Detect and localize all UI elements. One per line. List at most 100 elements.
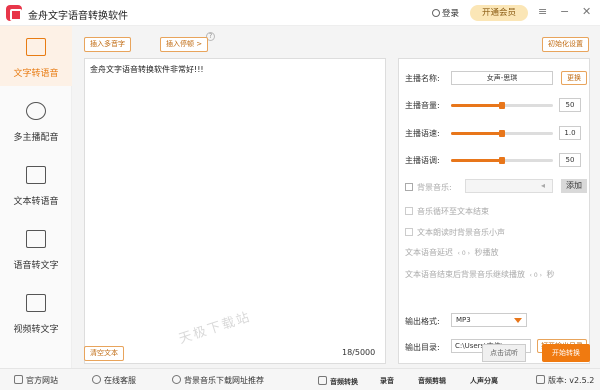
volume-slider[interactable]	[451, 102, 553, 109]
online-service-link[interactable]: 在线客服	[92, 375, 136, 386]
chevron-down-icon	[514, 318, 522, 323]
pitch-label: 主播语调:	[405, 156, 440, 165]
sidebar-item-document-speech[interactable]: 文本转语音	[0, 154, 72, 214]
sidebar: 文字转语音 多主播配音 文本转语音 语音转文字 视频转文字	[0, 26, 72, 368]
speed-slider-fill	[451, 132, 502, 135]
format-label: 输出格式:	[405, 317, 440, 326]
audio-convert-label: 音频转换	[330, 378, 358, 386]
delay-value: 0	[461, 250, 466, 257]
sidebar-item-multi-speaker[interactable]: 多主播配音	[0, 90, 72, 150]
continue-value: 0	[533, 272, 538, 279]
pitch-slider[interactable]	[451, 157, 553, 164]
vip-button[interactable]: 开通会员	[470, 5, 528, 21]
online-service-label: 在线客服	[104, 376, 136, 385]
bgm-sites-label: 背景音乐下载网址推荐	[184, 376, 264, 385]
official-website-label: 官方网站	[26, 376, 58, 385]
pitch-slider-fill	[451, 159, 502, 162]
format-select[interactable]: MP3	[451, 313, 527, 327]
speech-to-text-icon	[26, 230, 46, 248]
footer: 官方网站 在线客服 背景音乐下载网址推荐 音频转换 录音 音频剪辑 人声分离 版…	[0, 368, 600, 390]
multi-speaker-icon	[26, 102, 46, 120]
add-bgm-button[interactable]: 添加	[561, 179, 587, 193]
char-counter: 18/5000	[342, 348, 376, 357]
record-link[interactable]: 录音	[380, 376, 394, 386]
continue-setting: 文本语音结束后背景音乐继续播放 ‹ 0 › 秒	[405, 269, 555, 280]
delay-suffix: 秒播放	[474, 248, 499, 257]
audio-convert-link[interactable]: 音频转换	[318, 376, 358, 387]
sidebar-item-label: 文字转语音	[13, 69, 59, 79]
speaker-icon: ◂	[541, 181, 546, 190]
bgm-label: 背景音乐:	[417, 183, 452, 192]
volume-label: 主播音量:	[405, 101, 440, 110]
delay-prefix: 文本语音延迟	[405, 248, 453, 257]
main-area: 插入多音字 ? 插入停顿 > 初始化设置 金舟文字语音转换软件非常好!!! 天极…	[72, 26, 600, 368]
version-info: 版本: v2.5.2	[536, 375, 594, 386]
sidebar-item-text-to-speech[interactable]: 文字转语音	[0, 26, 72, 86]
headset-icon	[92, 375, 101, 384]
volume-slider-fill	[451, 104, 502, 107]
app-title: 金舟文字语音转换软件	[28, 11, 128, 22]
text-editor[interactable]: 金舟文字语音转换软件非常好!!! 天极下载站	[84, 58, 386, 364]
loop-checkbox[interactable]	[405, 207, 413, 215]
sidebar-item-label: 视频转文字	[13, 325, 59, 335]
login-link[interactable]: 登录	[432, 7, 459, 19]
audio-cut-link[interactable]: 音频剪辑	[418, 376, 446, 386]
insert-pause-button[interactable]: 插入停顿 >	[160, 37, 209, 52]
change-anchor-button[interactable]: 更换	[561, 71, 587, 85]
delay-stepper[interactable]: ‹ 0 ›	[456, 250, 472, 257]
pitch-slider-knob[interactable]	[499, 157, 505, 164]
speed-slider[interactable]	[451, 130, 553, 137]
editor-content: 金舟文字语音转换软件非常好!!!	[90, 65, 204, 74]
delay-setting: 文本语音延迟 ‹ 0 › 秒播放	[405, 247, 499, 258]
output-dir-label: 输出目录:	[405, 343, 440, 352]
volume-slider-knob[interactable]	[499, 102, 505, 109]
bgm-checkbox[interactable]	[405, 183, 413, 191]
audio-convert-icon	[318, 376, 327, 385]
clear-text-button[interactable]: 清空文本	[84, 346, 124, 361]
settings-panel: 主播名称: 女声-思琪 更换 主播音量: 50 主播语速: 1.0 主播语调: …	[398, 58, 590, 364]
info-icon	[536, 375, 545, 384]
preview-button[interactable]: 点击试听	[482, 344, 526, 362]
continue-stepper[interactable]: ‹ 0 ›	[528, 272, 544, 279]
home-icon	[14, 375, 23, 384]
watermark: 天极下载站	[177, 309, 254, 348]
record-label: 录音	[380, 377, 394, 385]
document-speech-icon	[26, 166, 46, 184]
version-label: 版本: v2.5.2	[548, 376, 595, 385]
music-icon	[172, 375, 181, 384]
close-button[interactable]: ✕	[582, 6, 591, 18]
official-website-link[interactable]: 官方网站	[14, 375, 58, 386]
lower-bgm-label: 文本朗读时背景音乐小声	[417, 228, 505, 237]
login-label: 登录	[442, 9, 460, 19]
sidebar-item-label: 多主播配音	[13, 133, 59, 143]
menu-icon[interactable]: ≡	[538, 6, 547, 18]
sidebar-item-video-to-text[interactable]: 视频转文字	[0, 282, 72, 342]
user-icon	[432, 9, 440, 17]
lower-bgm-checkbox[interactable]	[405, 228, 413, 236]
anchor-name-field[interactable]: 女声-思琪	[451, 71, 553, 85]
vocal-split-label: 人声分离	[470, 377, 498, 385]
text-to-speech-icon	[26, 38, 46, 56]
continue-prefix: 文本语音结束后背景音乐继续播放	[405, 270, 525, 279]
continue-suffix: 秒	[546, 270, 555, 279]
speed-input[interactable]: 1.0	[559, 126, 581, 140]
speed-label: 主播语速:	[405, 129, 440, 138]
anchor-name-label: 主播名称:	[405, 74, 440, 83]
sidebar-item-speech-to-text[interactable]: 语音转文字	[0, 218, 72, 278]
loop-label: 音乐循环至文本结束	[417, 207, 489, 216]
sidebar-item-label: 文本转语音	[13, 197, 59, 207]
minimize-button[interactable]: −	[560, 6, 569, 18]
bgm-file-field[interactable]	[465, 179, 553, 193]
speed-slider-knob[interactable]	[499, 130, 505, 137]
vocal-split-link[interactable]: 人声分离	[470, 376, 498, 386]
insert-polyphone-button[interactable]: 插入多音字	[84, 37, 131, 52]
app-logo-icon	[6, 5, 22, 21]
init-settings-button[interactable]: 初始化设置	[542, 37, 589, 52]
bgm-sites-link[interactable]: 背景音乐下载网址推荐	[172, 375, 264, 386]
sidebar-item-label: 语音转文字	[13, 261, 59, 271]
volume-input[interactable]: 50	[559, 98, 581, 112]
pitch-input[interactable]: 50	[559, 153, 581, 167]
audio-cut-label: 音频剪辑	[418, 377, 446, 385]
video-to-text-icon	[26, 294, 46, 312]
start-convert-button[interactable]: 开始转换	[542, 344, 590, 362]
